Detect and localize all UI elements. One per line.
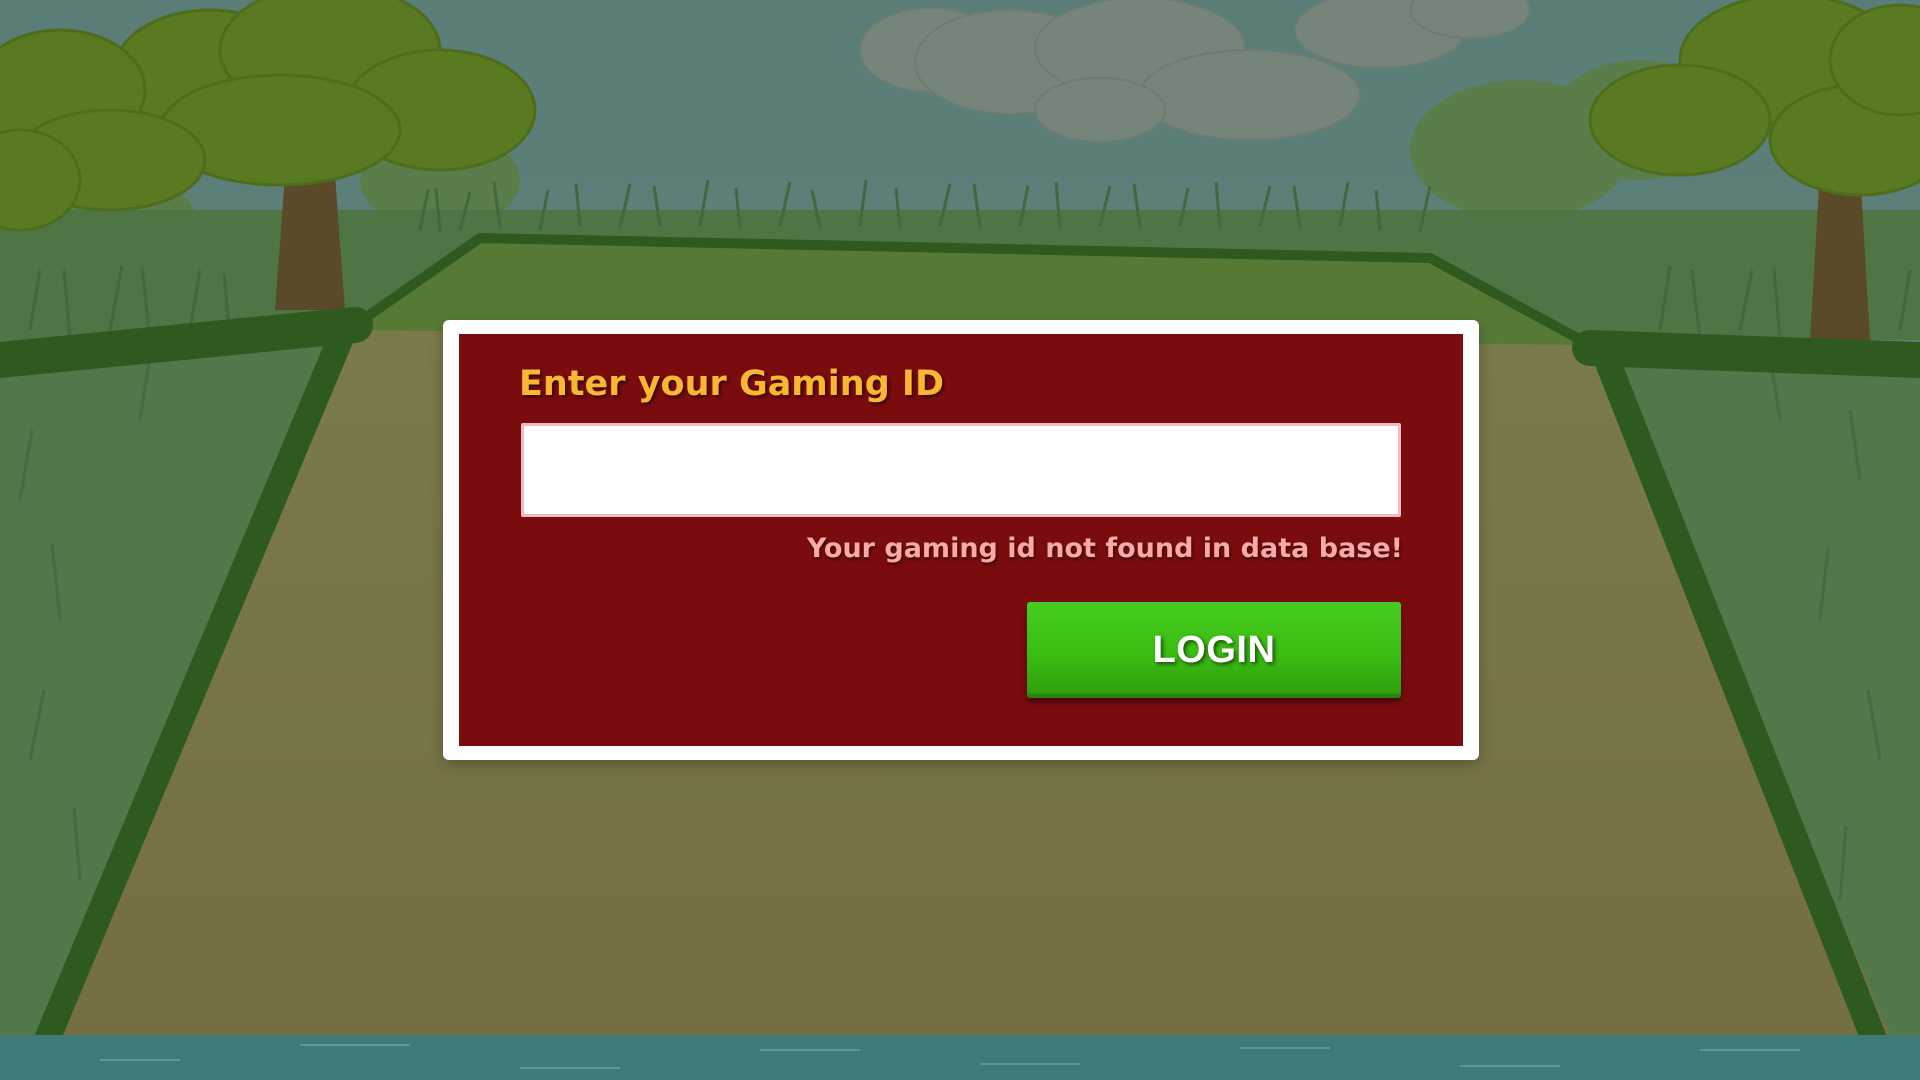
game-screen: Enter your Gaming ID Your gaming id not … <box>0 0 1920 1080</box>
login-button[interactable]: LOGIN <box>1027 602 1401 698</box>
error-message: Your gaming id not found in data base! <box>806 533 1403 564</box>
gaming-id-label: Enter your Gaming ID <box>519 364 945 404</box>
gaming-id-input[interactable] <box>521 423 1401 517</box>
login-dialog: Enter your Gaming ID Your gaming id not … <box>443 320 1479 760</box>
login-panel: Enter your Gaming ID Your gaming id not … <box>459 334 1463 746</box>
